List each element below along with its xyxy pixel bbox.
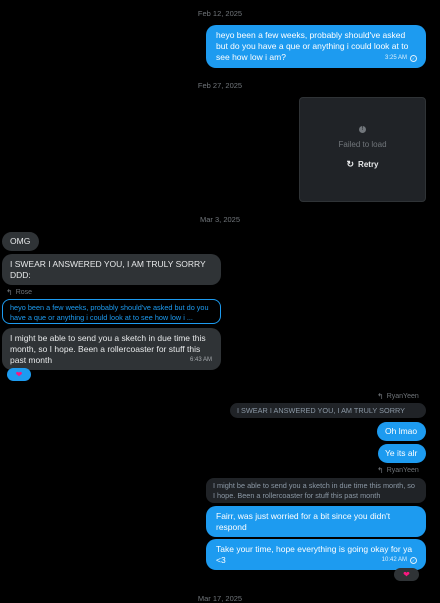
date-separator: Mar 3, 2025 (199, 215, 241, 224)
reaction-pill[interactable]: ❤ (394, 568, 419, 581)
check-icon: ✓ (410, 55, 417, 62)
retry-label: Retry (358, 160, 379, 169)
message-text: OMG (10, 236, 31, 246)
message-text: heyo been a few weeks, probably should'v… (216, 30, 409, 62)
retry-button[interactable]: ↻ Retry (300, 159, 425, 170)
media-attachment[interactable]: ! Failed to load ↻ Retry (299, 97, 426, 202)
sent-message[interactable]: Oh lmao (377, 422, 426, 441)
sent-message[interactable]: Ye its alr (378, 444, 426, 463)
reply-indicator: ↰ RyanYeen (377, 466, 419, 475)
message-meta: 3:25 AM ✓ (385, 53, 417, 64)
sent-message[interactable]: Fairr, was just worried for a bit since … (206, 506, 426, 537)
heart-icon: ❤ (15, 370, 23, 379)
refresh-icon: ↻ (346, 159, 355, 169)
message-text: Ye its alr (385, 448, 418, 458)
reply-to-name: RyanYeen (386, 393, 419, 400)
message-text: Oh lmao (385, 426, 418, 436)
heart-icon: ❤ (403, 570, 410, 579)
quoted-message[interactable]: I might be able to send you a sketch in … (206, 478, 426, 503)
date-separator: Feb 27, 2025 (197, 81, 243, 90)
quoted-text: heyo been a few weeks, probably should'v… (10, 303, 209, 322)
sent-message[interactable]: heyo been a few weeks, probably should'v… (206, 25, 426, 68)
message-meta: 10:42 AM ✓ (382, 555, 417, 566)
reply-to-name: Rose (15, 289, 33, 296)
message-text: Fairr, was just worried for a bit since … (216, 511, 391, 532)
message-time: 6:43 AM (189, 357, 212, 363)
sent-message[interactable]: Take your time, hope everything is going… (206, 539, 426, 570)
reply-icon: ↰ (377, 392, 384, 401)
message-text: I SWEAR I ANSWERED YOU, I AM TRULY SORRY… (10, 259, 206, 280)
reply-indicator: ↰ RyanYeen (377, 392, 419, 401)
info-icon: ! (359, 126, 366, 133)
message-meta: 6:43 AM (190, 355, 212, 366)
quoted-text: I SWEAR I ANSWERED YOU, I AM TRULY SORRY… (237, 406, 405, 418)
reply-to-name: RyanYeen (386, 467, 419, 474)
reply-icon: ↰ (377, 466, 384, 475)
quoted-message[interactable]: I SWEAR I ANSWERED YOU, I AM TRULY SORRY… (230, 403, 426, 418)
received-message[interactable]: OMG (2, 232, 39, 251)
reaction-pill[interactable]: ❤ (7, 368, 31, 381)
received-message[interactable]: I SWEAR I ANSWERED YOU, I AM TRULY SORRY… (2, 254, 221, 285)
received-message[interactable]: I might be able to send you a sketch in … (2, 328, 221, 370)
quoted-message[interactable]: heyo been a few weeks, probably should'v… (2, 299, 221, 324)
quoted-text: I might be able to send you a sketch in … (213, 481, 415, 500)
date-separator: Mar 17, 2025 (197, 594, 243, 603)
date-separator: Feb 12, 2025 (197, 9, 243, 18)
message-text: I might be able to send you a sketch in … (10, 333, 206, 365)
reply-icon: ↰ (6, 288, 13, 297)
message-time: 10:42 AM (381, 557, 407, 563)
reply-indicator: ↰ Rose (6, 288, 32, 297)
failed-label: Failed to load (338, 140, 387, 149)
check-icon: ✓ (410, 557, 417, 564)
message-time: 3:25 AM (384, 55, 407, 61)
